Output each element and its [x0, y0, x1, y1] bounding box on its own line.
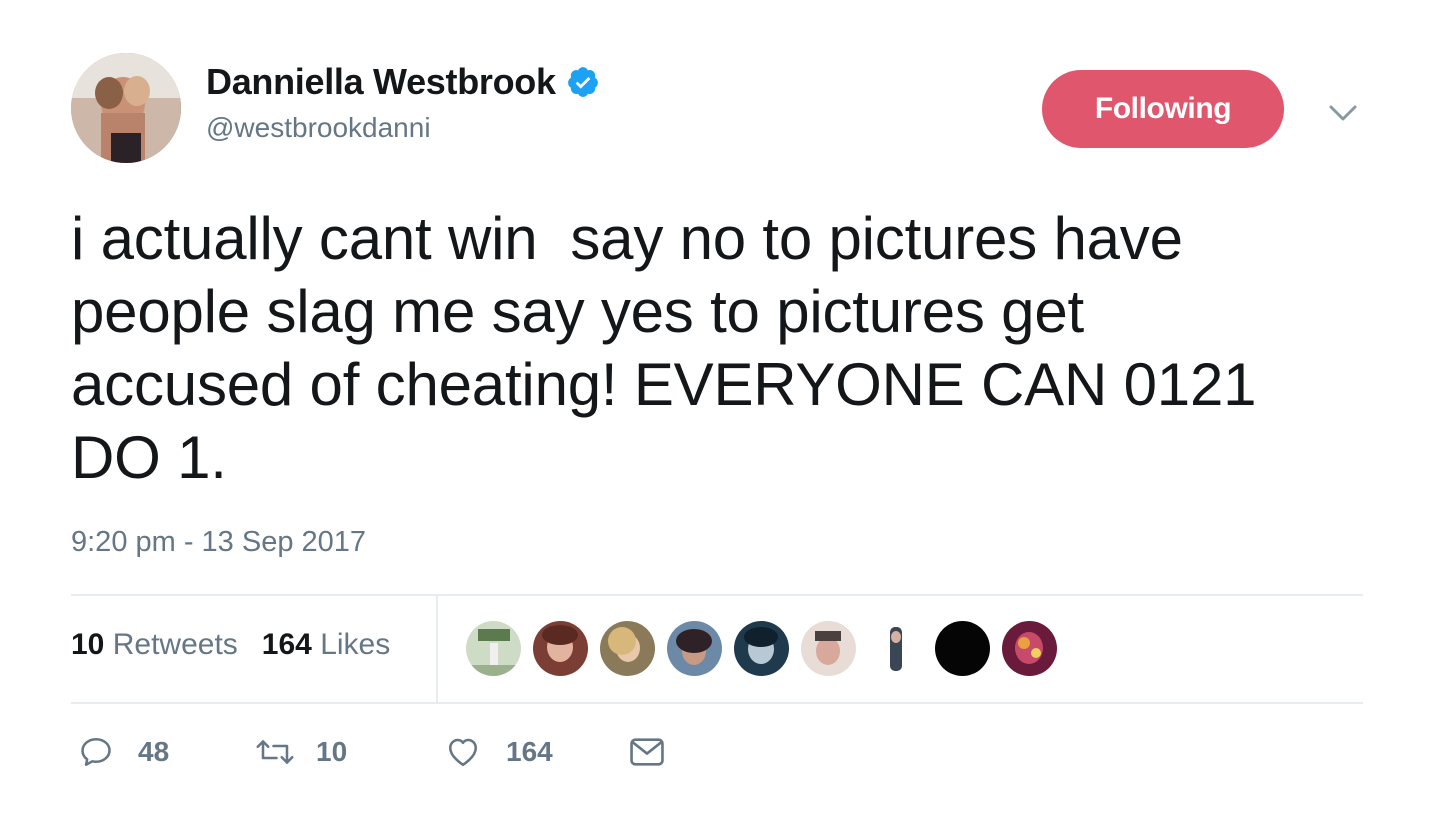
- liker-avatar-9-icon: [1002, 621, 1057, 676]
- envelope-icon: [630, 738, 664, 766]
- retweets-label: Retweets: [112, 628, 238, 661]
- like-count: 164: [506, 736, 553, 767]
- retweet-count: 10: [316, 736, 348, 767]
- liker-avatar-5-icon: [734, 621, 789, 676]
- verified-badge-icon: [567, 67, 598, 97]
- likes-stat[interactable]: 164 Likes: [262, 628, 390, 662]
- avatar-photo-icon: [71, 53, 181, 163]
- following-button[interactable]: Following: [1042, 70, 1284, 148]
- liker-avatar-6-icon: [801, 621, 856, 676]
- liker-avatar[interactable]: [466, 621, 521, 676]
- likes-count: 164: [261, 628, 312, 661]
- liker-avatar[interactable]: [734, 621, 789, 676]
- like-action[interactable]: 164: [444, 734, 628, 770]
- liker-avatar[interactable]: [600, 621, 655, 676]
- reply-count: 48: [138, 736, 170, 767]
- chevron-down-icon[interactable]: [1326, 96, 1360, 130]
- author-display-name[interactable]: Danniella Westbrook: [206, 61, 556, 103]
- liker-avatar-3-icon: [600, 621, 655, 676]
- divider-top: [71, 594, 1363, 596]
- liker-avatar-7-icon: [868, 621, 923, 676]
- likers-avatars: [466, 621, 1057, 676]
- author-avatar[interactable]: [71, 53, 181, 163]
- tweet-card: Danniella Westbrook @westbrookdanni Foll…: [0, 0, 1440, 834]
- divider-vertical: [436, 596, 438, 702]
- retweet-action[interactable]: 10: [254, 734, 444, 770]
- author-name-row: Danniella Westbrook: [206, 60, 600, 104]
- retweets-count: 10: [71, 628, 105, 661]
- liker-avatar-2-icon: [533, 621, 588, 676]
- liker-avatar-1-icon: [466, 621, 521, 676]
- liker-avatar[interactable]: [801, 621, 856, 676]
- liker-avatar[interactable]: [667, 621, 722, 676]
- heart-icon: [448, 738, 478, 767]
- reply-icon: [81, 737, 111, 767]
- retweets-stat[interactable]: 10 Retweets: [71, 628, 238, 662]
- retweet-icon: [256, 740, 294, 764]
- author-handle[interactable]: @westbrookdanni: [206, 112, 431, 144]
- liker-avatar[interactable]: [868, 621, 923, 676]
- likes-label: Likes: [320, 628, 391, 661]
- divider-bottom: [71, 702, 1363, 704]
- tweet-actions: 48 10 164: [78, 734, 666, 770]
- liker-avatar[interactable]: [533, 621, 588, 676]
- liker-avatar[interactable]: [1002, 621, 1057, 676]
- liker-avatar-8-icon: [935, 621, 990, 676]
- liker-avatar[interactable]: [935, 621, 990, 676]
- tweet-timestamp[interactable]: 9:20 pm - 13 Sep 2017: [71, 526, 366, 559]
- direct-message-action[interactable]: [628, 735, 666, 769]
- liker-avatar-4-icon: [667, 621, 722, 676]
- reply-action[interactable]: 48: [78, 734, 254, 770]
- tweet-stats: 10 Retweets 164 Likes: [71, 628, 390, 662]
- tweet-text: i actually cant win say no to pictures h…: [71, 205, 1257, 491]
